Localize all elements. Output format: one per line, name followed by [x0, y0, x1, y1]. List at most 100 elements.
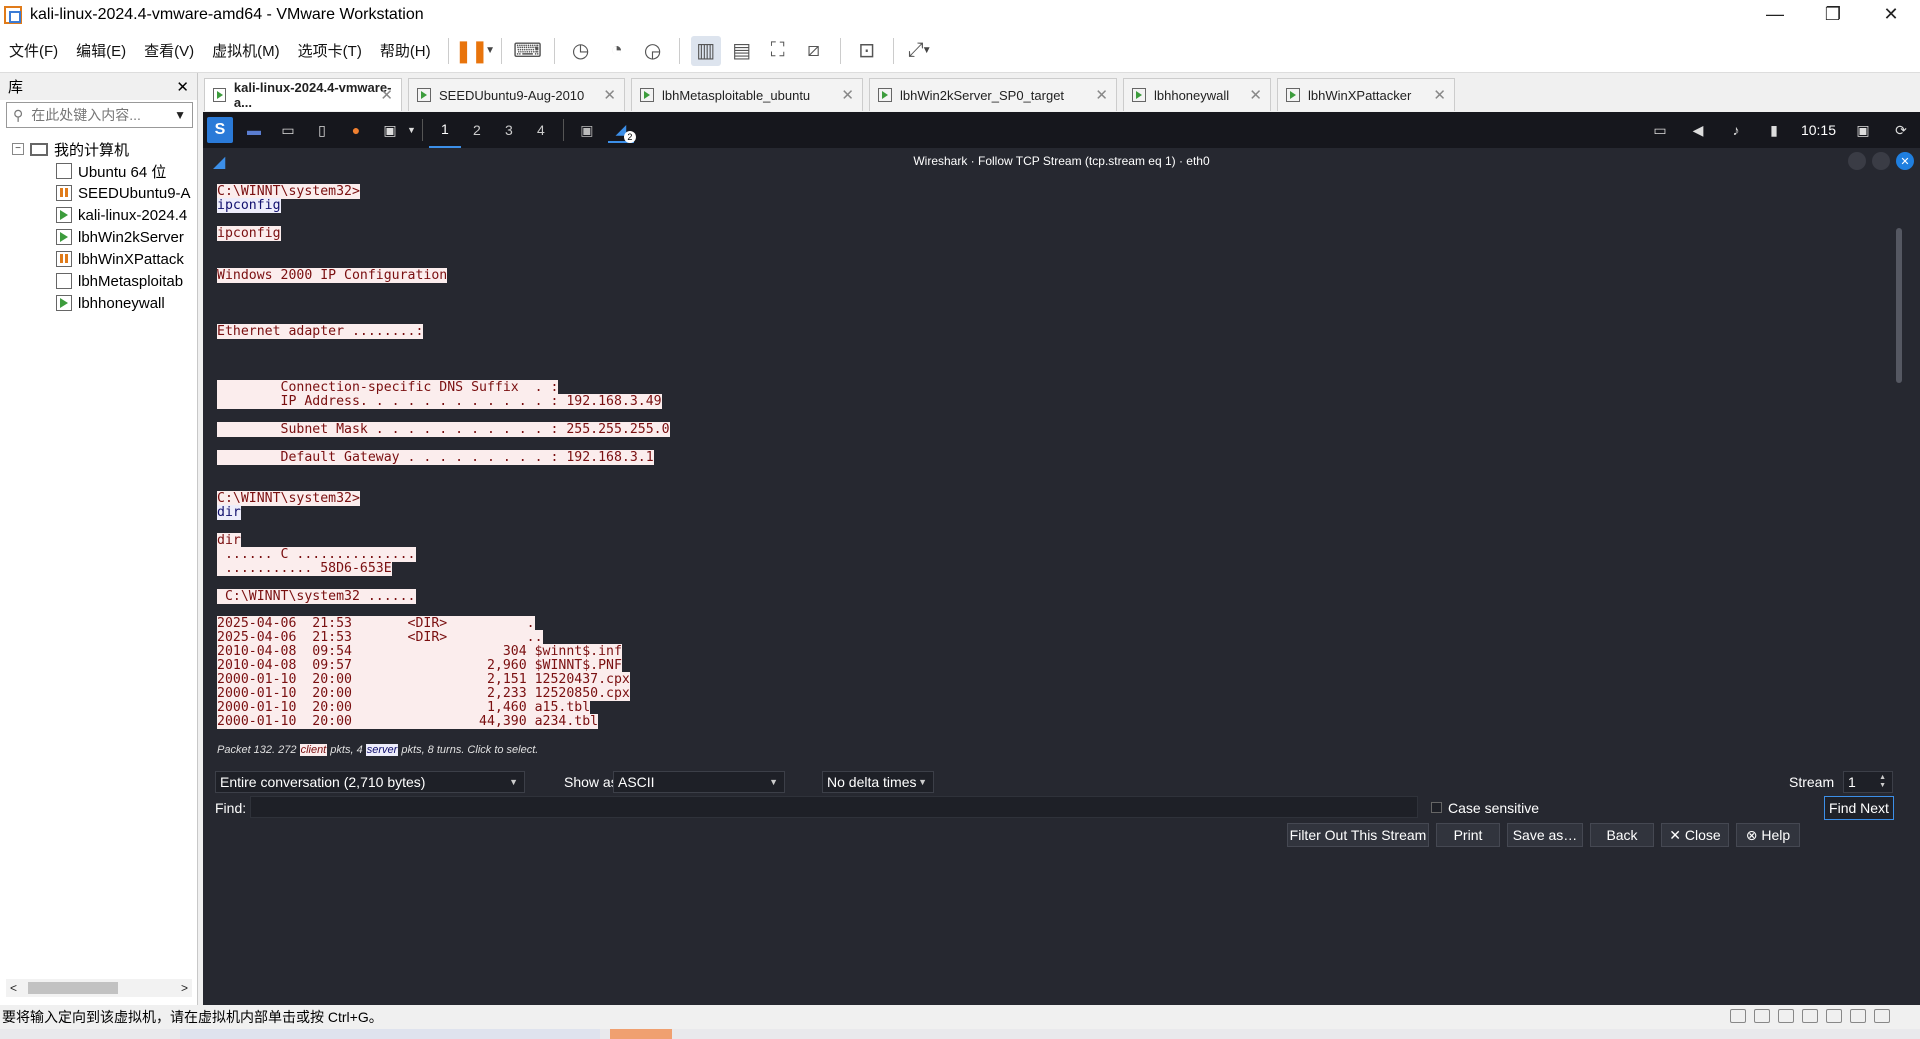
printer-icon[interactable]: [1850, 1009, 1866, 1023]
chevron-down-icon[interactable]: ▼: [174, 108, 186, 122]
conversation-select[interactable]: Entire conversation (2,710 bytes) ▼: [215, 771, 525, 793]
menu-tabs[interactable]: 选项卡(T): [289, 40, 371, 61]
scrollbar-thumb[interactable]: [28, 982, 118, 994]
tab-kali[interactable]: kali-linux-2024.4-vmware-a... ✕: [204, 78, 402, 111]
menu-vm[interactable]: 虚拟机(M): [203, 40, 289, 61]
battery-icon[interactable]: ▮: [1759, 117, 1789, 143]
vm-running-icon: [56, 295, 72, 311]
full-screen-button[interactable]: ⛶: [763, 36, 793, 66]
display-icon[interactable]: ▭: [1645, 117, 1675, 143]
menu-edit[interactable]: 编辑(E): [67, 40, 135, 61]
case-sensitive-checkbox[interactable]: [1431, 802, 1442, 813]
kali-menu-icon[interactable]: S: [207, 117, 233, 143]
chevron-down-icon[interactable]: ▼: [407, 125, 416, 135]
stream-vertical-scrollbar[interactable]: [1896, 228, 1902, 383]
firefox-icon[interactable]: ●: [343, 117, 369, 143]
library-search-input[interactable]: ⚲ 在此处键入内容... ▼: [6, 102, 193, 128]
pause-vm-button[interactable]: ❚❚ ▼: [454, 36, 495, 66]
save-as-button[interactable]: Save as…: [1507, 823, 1583, 847]
unity-button[interactable]: ⧄: [799, 36, 829, 66]
collapse-icon[interactable]: −: [12, 143, 24, 155]
close-tab-icon[interactable]: ✕: [1249, 86, 1262, 104]
tab-winxpattacker[interactable]: lbhWinXPattacker ✕: [1277, 78, 1455, 111]
menu-view[interactable]: 查看(V): [135, 40, 203, 61]
file-manager-icon[interactable]: ▭: [275, 117, 301, 143]
tab-win2kserver[interactable]: lbhWin2kServer_SP0_target ✕: [869, 78, 1117, 111]
send-ctrl-alt-del-button[interactable]: ⌨: [513, 36, 543, 66]
stepper-arrows-icon[interactable]: ▲ ▼: [1879, 774, 1886, 790]
guest-display[interactable]: S ▬ ▭ ▯ ● ▣ ▼ 1 2 3 4 ▣ ◢ 2 ▭ ◀ ♪ ▮ 10:15…: [203, 112, 1920, 1005]
packet-info-line[interactable]: Packet 132. 272 client pkts, 4 server pk…: [217, 744, 538, 756]
minimize-button[interactable]: —: [1746, 0, 1804, 29]
lock-icon[interactable]: ▣: [1848, 117, 1878, 143]
restore-button[interactable]: ❐: [1804, 0, 1862, 29]
terminal-icon[interactable]: ▣: [377, 117, 403, 143]
close-tab-icon[interactable]: ✕: [603, 86, 616, 104]
tree-vm-item[interactable]: lbhWin2kServer: [12, 226, 197, 248]
panel-clock[interactable]: 10:15: [1793, 122, 1844, 138]
minimize-icon[interactable]: [1848, 152, 1866, 170]
tree-vm-item[interactable]: lbhMetasploitab: [12, 270, 197, 292]
close-window-button[interactable]: ✕: [1862, 0, 1920, 29]
filter-out-stream-button[interactable]: Filter Out This Stream: [1287, 823, 1429, 847]
find-next-button[interactable]: Find Next: [1824, 796, 1894, 820]
menu-file[interactable]: 文件(F): [0, 40, 67, 61]
thumbnail-bar-button[interactable]: ▤: [727, 36, 757, 66]
close-tab-icon[interactable]: ✕: [841, 86, 854, 104]
stretch-guest-button[interactable]: ⤢ ▼: [905, 36, 935, 66]
toolbar-divider: [892, 37, 894, 64]
sound-icon[interactable]: [1778, 1009, 1794, 1023]
back-button[interactable]: Back: [1590, 823, 1654, 847]
cdrom-icon[interactable]: [1826, 1009, 1842, 1023]
workspace-3[interactable]: 3: [493, 112, 525, 148]
maximize-icon[interactable]: [1872, 152, 1890, 170]
tab-metasploitable[interactable]: lbhMetasploitable_ubuntu ✕: [631, 78, 863, 111]
snapshot-button[interactable]: ◷: [566, 36, 596, 66]
text-editor-icon[interactable]: ▯: [309, 117, 335, 143]
snapshot-manager-button[interactable]: ◶: [638, 36, 668, 66]
workspace-2[interactable]: 2: [461, 112, 493, 148]
scroll-left-icon[interactable]: <: [10, 981, 17, 995]
wireshark-task-icon[interactable]: ◢ 2: [607, 117, 636, 143]
usb-icon[interactable]: [1802, 1009, 1818, 1023]
power-icon[interactable]: ⟳: [1886, 117, 1916, 143]
stream-number-spinbox[interactable]: 1 ▲ ▼: [1843, 771, 1893, 793]
console-view-button[interactable]: ⊡: [852, 36, 882, 66]
show-desktop-icon[interactable]: ▬: [241, 117, 267, 143]
print-button[interactable]: Print: [1436, 823, 1500, 847]
revert-snapshot-button[interactable]: ◔: [602, 36, 632, 66]
close-library-icon[interactable]: ✕: [176, 78, 189, 96]
close-tab-icon[interactable]: ✕: [1433, 86, 1446, 104]
delta-times-select[interactable]: No delta times ▼: [822, 771, 934, 793]
close-icon[interactable]: ✕: [1896, 152, 1914, 170]
show-library-button[interactable]: ▥: [690, 35, 721, 66]
show-as-select[interactable]: ASCII ▼: [613, 771, 785, 793]
tree-vm-item[interactable]: lbhhoneywall: [12, 292, 197, 314]
close-tab-icon[interactable]: ✕: [380, 86, 393, 104]
tree-vm-item[interactable]: kali-linux-2024.4: [12, 204, 197, 226]
tree-vm-item[interactable]: lbhWinXPattack: [12, 248, 197, 270]
tcp-stream-text-area[interactable]: C:\WINNT\system32> ipconfig ipconfig Win…: [217, 183, 1897, 741]
tab-honeywall[interactable]: lbhhoneywall ✕: [1123, 78, 1271, 111]
find-input[interactable]: [250, 796, 1418, 818]
tab-seedubuntu[interactable]: SEEDUbuntu9-Aug-2010 ✕: [408, 78, 625, 111]
server-label: server: [365, 744, 399, 756]
network-adapter-icon[interactable]: [1754, 1009, 1770, 1023]
terminal-window-icon[interactable]: ▣: [574, 117, 600, 143]
close-button[interactable]: ✕ Close: [1661, 823, 1729, 847]
stream-line: ........... 58D6-653E: [217, 561, 392, 576]
tree-vm-item[interactable]: Ubuntu 64 位: [12, 160, 197, 182]
workspace-1[interactable]: 1: [428, 112, 461, 148]
library-horizontal-scrollbar[interactable]: < >: [6, 979, 192, 997]
message-icon[interactable]: [1874, 1009, 1890, 1023]
volume-icon[interactable]: ◀: [1683, 117, 1713, 143]
scroll-right-icon[interactable]: >: [181, 981, 188, 995]
network-icon[interactable]: [1730, 1009, 1746, 1023]
tree-root[interactable]: − 我的计算机: [12, 138, 197, 160]
bell-icon[interactable]: ♪: [1721, 117, 1751, 143]
help-button[interactable]: ⊗ Help: [1736, 823, 1800, 847]
workspace-4[interactable]: 4: [525, 112, 557, 148]
tree-vm-item[interactable]: SEEDUbuntu9-A: [12, 182, 197, 204]
close-tab-icon[interactable]: ✕: [1095, 86, 1108, 104]
menu-help[interactable]: 帮助(H): [371, 40, 440, 61]
